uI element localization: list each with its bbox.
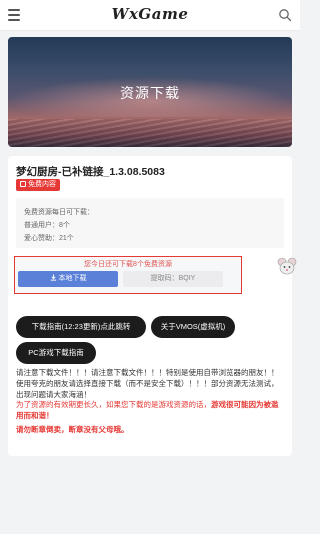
remaining-downloads-note: 您今日还可下载8个免费资源 [84, 261, 172, 268]
download-box: 您今日还可下载8个免费资源 本地下载 提取码：BQIY [14, 256, 242, 294]
notice-paragraph-1: 请注意下载文件！！！请注意下载文件！！！特别是使用自带浏览器的朋友！！使用夸克的… [16, 368, 279, 399]
post-card: 梦幻厨房-已补链接_1.3.08.5083 免费内容 免费资源每日可下载： 普通… [8, 156, 292, 456]
download-icon [50, 274, 56, 281]
local-download-button[interactable]: 本地下载 [18, 271, 118, 287]
hero-banner: 资源下载 [8, 37, 292, 147]
mouse-mascot-icon[interactable] [276, 256, 298, 276]
download-quota-info: 免费资源每日可下载： 普通用户：8个 爱心赞助：21个 [16, 198, 284, 248]
extraction-code[interactable]: 提取码：BQIY [123, 271, 223, 287]
quota-heading: 免费资源每日可下载： [24, 209, 94, 216]
quota-sponsor: 爱心赞助：21个 [24, 235, 74, 242]
site-logo[interactable]: WxGame [0, 5, 300, 23]
tag-icon [20, 181, 26, 187]
free-content-badge: 免费内容 [16, 179, 60, 191]
download-guide-button[interactable]: 下载指南(12:23更新)点此跳转 [16, 316, 146, 338]
notice-paragraph-3: 请勿断章倒卖，断章没有父母哦。 [16, 425, 129, 434]
search-icon[interactable] [278, 8, 292, 22]
notice-paragraph-2: 为了资源的有效期更长久，如果您下载的是游戏资源的话，游戏很可能因为被滥用而和谐！ [16, 400, 279, 420]
vmos-button[interactable]: 关于VMOS(虚拟机) [151, 316, 235, 338]
pc-guide-button[interactable]: PC游戏下载指南 [16, 342, 96, 364]
top-bar: WxGame [0, 0, 300, 31]
post-title: 梦幻厨房-已补链接_1.3.08.5083 [16, 166, 165, 178]
quota-normal-user: 普通用户：8个 [24, 222, 70, 229]
banner-title: 资源下载 [120, 85, 180, 101]
